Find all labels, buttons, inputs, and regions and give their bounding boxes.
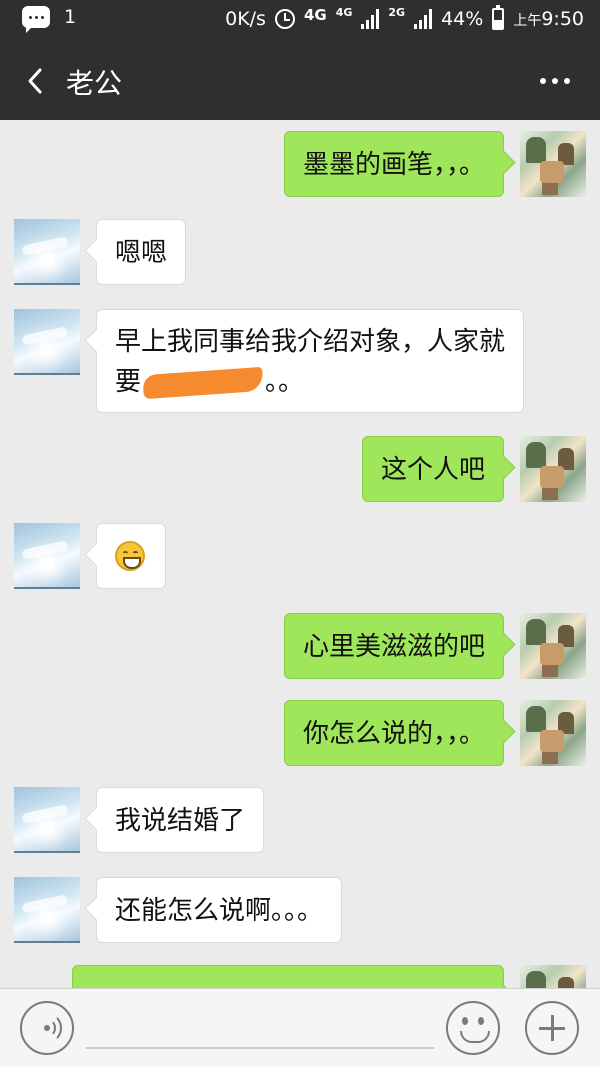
avatar-self[interactable] — [520, 131, 586, 197]
message-row: 墨墨的画笔，，。 — [0, 131, 600, 199]
battery-icon — [492, 5, 505, 30]
message-text: 还能怎么说啊。。。 — [115, 896, 324, 926]
redaction-scribble — [142, 366, 264, 399]
message-text: 你怎么说的，，。 — [302, 719, 485, 749]
message-bubble-other[interactable]: 早上我同事给我介绍对象，人家就 要 。。 — [96, 309, 525, 413]
message-bubble-self[interactable]: 心里美滋滋的吧 — [283, 613, 504, 679]
avatar-self[interactable] — [520, 700, 586, 766]
message-text-suffix: 。。 — [265, 367, 305, 397]
message-row: 你怎么说的，，。 — [0, 700, 600, 768]
emoji-icon[interactable] — [446, 1001, 500, 1055]
avatar-other[interactable] — [14, 523, 80, 589]
avatar-other[interactable] — [14, 219, 80, 285]
signal-icon — [361, 9, 380, 29]
net-type-label-3: 2G — [388, 5, 406, 19]
message-row — [0, 965, 600, 989]
chat-title: 老公 — [66, 67, 123, 100]
message-row — [0, 523, 600, 591]
avatar-self[interactable] — [520, 436, 586, 502]
message-row: 嗯嗯 — [0, 219, 600, 287]
avatar-self[interactable] — [520, 965, 586, 989]
message-row: 早上我同事给我介绍对象，人家就 要 。。 — [0, 309, 600, 413]
message-bubble-other[interactable]: 我说结婚了 — [96, 787, 265, 853]
net-speed: 0K/s — [225, 8, 266, 30]
message-text: 嗯嗯 — [115, 238, 168, 268]
message-bubble-other[interactable]: 还能怎么说啊。。。 — [96, 877, 343, 943]
message-text-prefix: 要 — [115, 367, 142, 397]
voice-icon[interactable] — [20, 1001, 74, 1055]
avatar-other[interactable] — [14, 787, 80, 853]
grinning-face-emoji-icon — [115, 541, 145, 571]
message-text: 这个人吧 — [380, 455, 485, 485]
message-row: 还能怎么说啊。。。 — [0, 877, 600, 945]
message-icon — [22, 6, 50, 33]
chevron-left-icon[interactable] — [22, 66, 52, 96]
alarm-icon — [274, 9, 295, 29]
chat-header: 老公 — [0, 42, 600, 120]
message-row: 心里美滋滋的吧 — [0, 613, 600, 681]
message-row: 我说结婚了 — [0, 787, 600, 855]
message-text: 心里美滋滋的吧 — [302, 632, 485, 662]
input-bar — [0, 988, 600, 1067]
plus-icon[interactable] — [525, 1001, 579, 1055]
clock: 9:50 — [541, 8, 584, 30]
notification-count: 1 — [64, 6, 77, 28]
signal-icon-2 — [414, 9, 433, 29]
avatar-self[interactable] — [520, 613, 586, 679]
message-bubble-other[interactable]: 嗯嗯 — [96, 219, 187, 285]
message-text-line1: 早上我同事给我介绍对象，人家就 — [115, 327, 506, 357]
avatar-other[interactable] — [14, 309, 80, 375]
status-bar: 1 0K/s 4G 4G 2G 44% 上午9:50 — [0, 0, 600, 42]
message-bubble-other[interactable] — [96, 523, 166, 589]
message-bubble-self[interactable]: 这个人吧 — [361, 436, 504, 502]
more-icon[interactable] — [540, 78, 570, 84]
message-text: 墨墨的画笔，，。 — [302, 150, 485, 180]
avatar-other[interactable] — [14, 877, 80, 943]
message-row: 这个人吧 — [0, 436, 600, 504]
message-text-line2: 要 。。 — [115, 362, 505, 402]
message-bubble-self[interactable]: 你怎么说的，，。 — [283, 700, 504, 766]
battery-percent: 44% — [441, 8, 484, 30]
net-type-label-2: 4G — [335, 5, 353, 19]
message-text: 我说结婚了 — [115, 806, 246, 836]
time-prefix: 上午 — [513, 13, 542, 29]
net-type-label: 4G — [303, 5, 327, 24]
message-bubble-self[interactable] — [72, 965, 504, 989]
message-input[interactable] — [86, 1009, 434, 1049]
message-bubble-self[interactable]: 墨墨的画笔，，。 — [283, 131, 504, 197]
